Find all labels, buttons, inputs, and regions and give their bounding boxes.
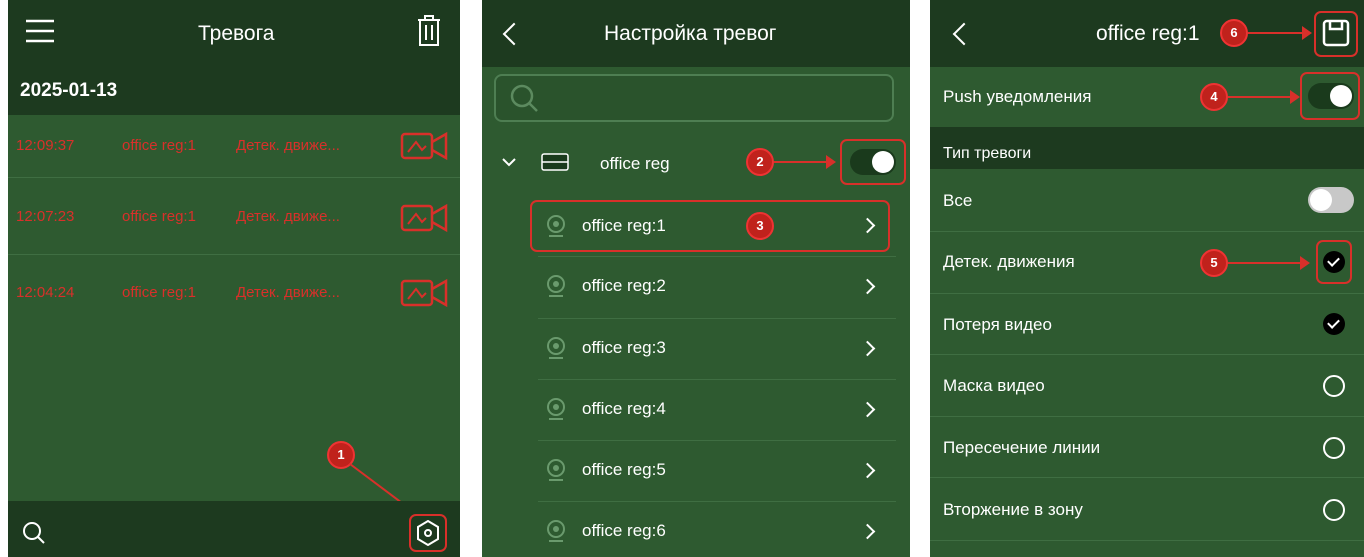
alarm-type: Детек. движе... (236, 284, 340, 301)
option-label: Детек. движения (943, 252, 1075, 271)
annotation-arrow (1228, 90, 1300, 104)
channel-row[interactable]: office reg:5 (538, 441, 910, 501)
option-row[interactable]: Детек. движения 5 (930, 232, 1364, 293)
chevron-right-icon (859, 217, 876, 234)
alarm-time: 12:09:37 (16, 137, 75, 154)
trash-icon[interactable] (416, 13, 442, 47)
alarm-date: 2025-01-13 (20, 80, 118, 101)
alarm-device: office reg:1 (122, 284, 196, 301)
date-header: 2025-01-13 (8, 67, 460, 115)
option-row[interactable]: Маска видео (930, 355, 1364, 416)
camera-icon (546, 336, 566, 365)
option-label: Потеря видео (943, 315, 1052, 334)
search-icon[interactable] (22, 521, 46, 550)
annotation-badge-5: 5 (1200, 249, 1228, 277)
channel-row[interactable]: office reg:1 (538, 196, 910, 256)
channel-name: office reg:4 (582, 399, 666, 418)
device-name: office reg (600, 154, 670, 173)
page-title: Тревога (198, 22, 275, 45)
chevron-right-icon (859, 401, 876, 418)
menu-icon[interactable] (26, 18, 54, 44)
chevron-right-icon (859, 523, 876, 540)
alarm-time: 12:07:23 (16, 208, 75, 225)
alarm-type: Детек. движе... (236, 208, 340, 225)
channel-name: office reg:5 (582, 460, 666, 479)
gear-icon[interactable] (416, 519, 440, 551)
alarm-type: Детек. движе... (236, 137, 340, 154)
section-label: Тип тревоги (943, 145, 1032, 162)
alarm-settings-screen: Настройка тревог office reg 2 3 office r… (482, 0, 910, 557)
annotation-badge-6: 6 (1220, 19, 1248, 47)
channel-name: office reg:2 (582, 276, 666, 295)
device-row[interactable]: office reg 2 (482, 134, 910, 192)
channel-name: office reg:3 (582, 338, 666, 357)
radio-icon[interactable] (1323, 437, 1345, 459)
push-row[interactable]: Push уведомления 4 (930, 67, 1364, 127)
search-icon (510, 84, 538, 117)
option-label: Все (943, 191, 973, 210)
alarm-row[interactable]: 12:04:24 office reg:1 Детек. движе... (8, 255, 460, 317)
search-field[interactable] (494, 74, 894, 122)
option-row[interactable]: Потеря видео (930, 294, 1364, 354)
camera-icon (546, 397, 566, 426)
annotation-arrow (774, 155, 836, 169)
channel-row[interactable]: office reg:4 (538, 380, 910, 440)
annotation-arrow (1248, 26, 1312, 40)
alarm-device: office reg:1 (122, 208, 196, 225)
alarm-device: office reg:1 (122, 137, 196, 154)
video-camera-icon (400, 130, 450, 167)
video-camera-icon (400, 277, 450, 314)
push-toggle[interactable] (1308, 83, 1354, 109)
push-label: Push уведомления (943, 87, 1092, 106)
chevron-right-icon (859, 340, 876, 357)
camera-icon (546, 214, 566, 243)
all-toggle[interactable] (1308, 187, 1354, 213)
channel-row[interactable]: office reg:2 (538, 257, 910, 318)
channel-row[interactable]: office reg:6 (538, 502, 910, 557)
save-icon[interactable] (1322, 19, 1350, 52)
option-label: Вторжение в зону (943, 500, 1083, 519)
radio-icon[interactable] (1323, 499, 1345, 521)
channel-name: office reg:6 (582, 521, 666, 540)
section-header: Тип тревоги (930, 127, 1364, 169)
camera-icon (546, 274, 566, 303)
check-icon[interactable] (1323, 313, 1345, 335)
option-row[interactable]: Пересечение линии (930, 417, 1364, 477)
chevron-right-icon (859, 278, 876, 295)
channel-row[interactable]: office reg:3 (538, 319, 910, 379)
video-camera-icon (400, 202, 450, 239)
annotation-badge-2: 2 (746, 148, 774, 176)
check-icon[interactable] (1323, 251, 1345, 273)
channel-alarm-screen: office reg:1 6 Push уведомления 4 Тип тр… (930, 0, 1364, 557)
camera-icon (546, 458, 566, 487)
page-title: office reg:1 (1096, 22, 1200, 45)
option-label: Маска видео (943, 376, 1045, 395)
camera-icon (546, 519, 566, 548)
page-title: Настройка тревог (604, 22, 777, 45)
radio-icon[interactable] (1323, 375, 1345, 397)
option-row-all[interactable]: Все (930, 169, 1364, 231)
alarm-time: 12:04:24 (16, 284, 75, 301)
option-row[interactable]: Вторжение в зону (930, 478, 1364, 540)
option-label: Пересечение линии (943, 438, 1101, 457)
chevron-right-icon (859, 462, 876, 479)
dvr-icon (540, 152, 570, 177)
alarm-row[interactable]: 12:09:37 office reg:1 Детек. движе... (8, 115, 460, 177)
bottom-bar (8, 501, 460, 557)
alarm-row[interactable]: 12:07:23 office reg:1 Детек. движе... (8, 178, 460, 240)
channel-name: office reg:1 (582, 216, 666, 235)
annotation-arrow (1228, 256, 1310, 270)
alarm-list-screen: Тревога 2025-01-13 12:09:37 office reg:1… (8, 0, 460, 557)
annotation-badge-4: 4 (1200, 83, 1228, 111)
chevron-down-icon[interactable] (502, 154, 516, 172)
device-alarm-toggle[interactable] (850, 149, 896, 175)
